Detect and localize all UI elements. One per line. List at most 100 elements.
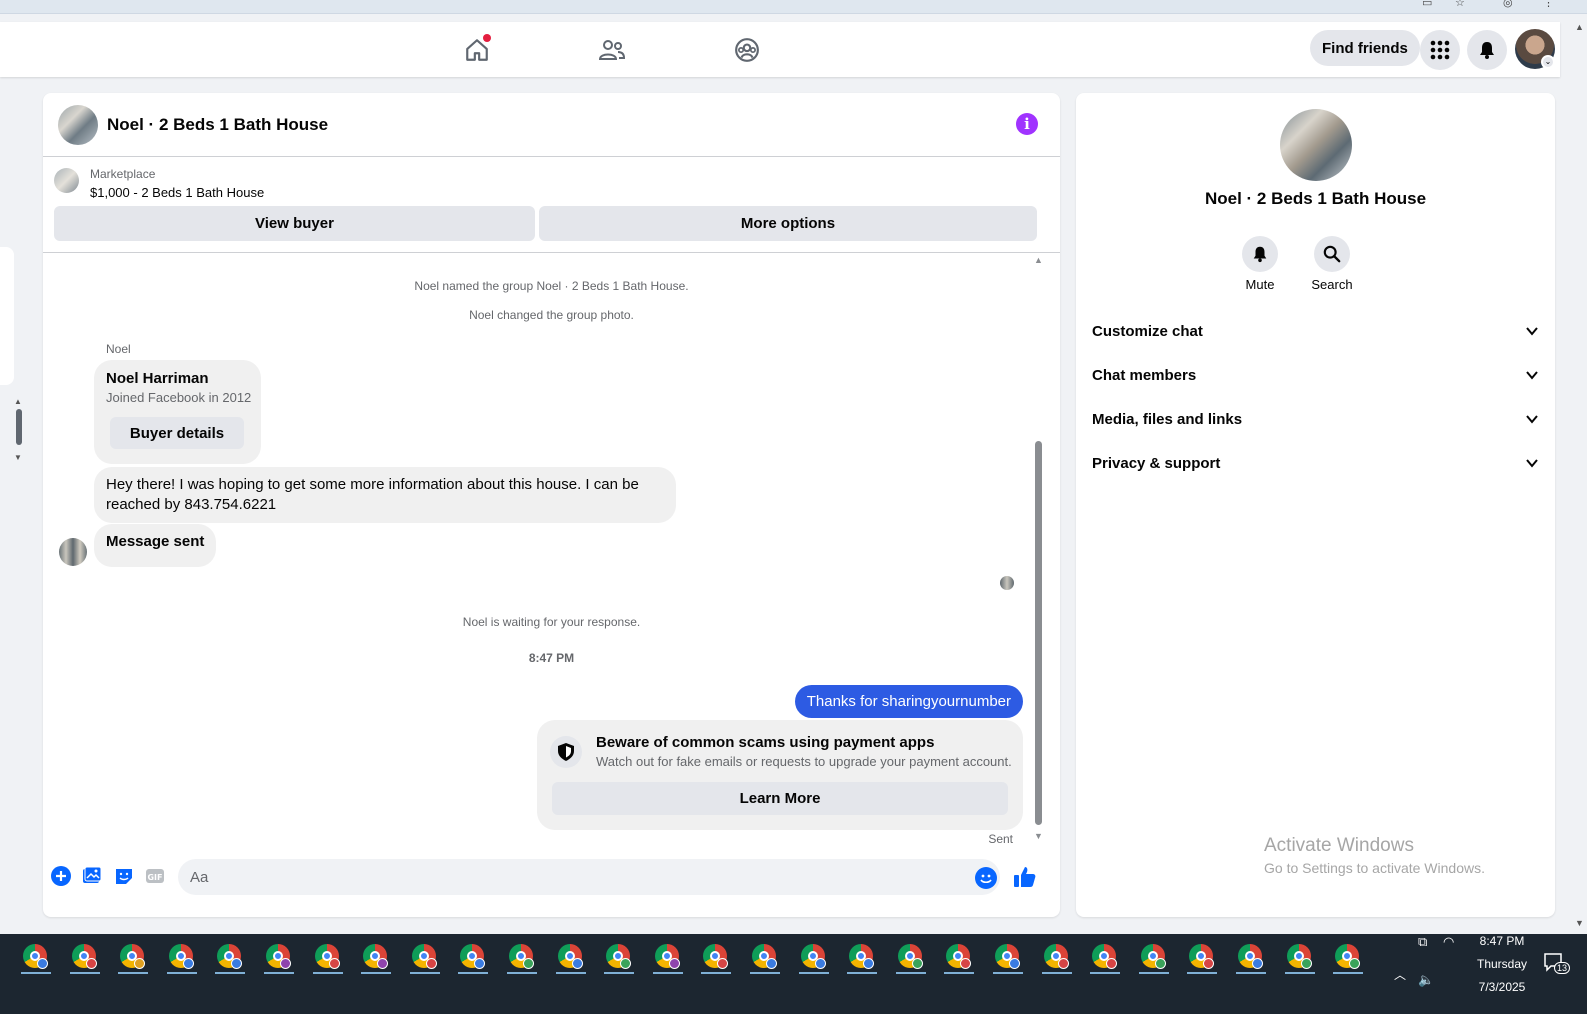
more-options-button[interactable]: More options	[539, 206, 1037, 241]
buyer-details-button[interactable]: Buyer details	[110, 417, 244, 449]
home-icon[interactable]	[457, 30, 497, 70]
group-photo[interactable]	[1280, 109, 1352, 181]
chat-header: Noel · 2 Beds 1 Bath House i	[43, 93, 1060, 157]
chrome-taskbar-icon[interactable]	[312, 944, 343, 974]
volume-icon[interactable]: 🔈	[1418, 972, 1434, 988]
scroll-up-icon[interactable]: ▲	[1575, 22, 1584, 32]
incoming-message[interactable]: Hey there! I was hoping to get some more…	[94, 467, 676, 523]
chat-title[interactable]: Noel · 2 Beds 1 Bath House	[107, 115, 328, 135]
photo-icon[interactable]	[81, 865, 103, 887]
chrome-taskbar-icon[interactable]	[507, 944, 537, 974]
plus-icon[interactable]	[50, 865, 72, 887]
running-indicator	[847, 972, 878, 974]
chat-members-section[interactable]: Chat members	[1092, 355, 1539, 395]
clock[interactable]: 8:47 PM Thursday 7/3/2025	[1470, 934, 1534, 994]
chrome-taskbar-icon[interactable]	[652, 944, 683, 974]
sender-name: Noel	[106, 342, 131, 356]
running-indicator	[798, 972, 829, 974]
chrome-taskbar-icon[interactable]	[361, 944, 392, 974]
bell-icon[interactable]	[1467, 30, 1507, 70]
running-indicator	[555, 972, 586, 974]
page-scrollbar[interactable]: ▲ ▼	[1572, 22, 1587, 932]
view-buyer-button[interactable]: View buyer	[54, 206, 535, 241]
scroll-up-icon[interactable]: ▲	[1034, 255, 1043, 265]
chrome-taskbar-icon[interactable]	[166, 944, 197, 974]
incoming-message[interactable]: Message sent	[94, 524, 217, 567]
scroll-thumb[interactable]	[1035, 441, 1042, 825]
friends-icon[interactable]	[592, 30, 632, 70]
sender-avatar[interactable]	[59, 538, 87, 566]
outgoing-message[interactable]: Thanks for sharingyournumber	[794, 685, 1023, 718]
mute-button[interactable]: Mute	[1230, 236, 1290, 292]
learn-more-button[interactable]: Learn More	[552, 782, 1008, 815]
chrome-taskbar-icon[interactable]	[993, 944, 1023, 974]
profile-icon[interactable]: ◎	[1503, 0, 1515, 9]
profile-badge-icon	[717, 958, 729, 969]
scroll-up-icon[interactable]: ▲	[14, 397, 22, 406]
media-files-links-section[interactable]: Media, files and links	[1092, 399, 1539, 439]
apps-grid-icon[interactable]	[1420, 30, 1460, 70]
scroll-down-icon[interactable]: ▼	[1575, 918, 1584, 928]
emoji-icon[interactable]	[975, 867, 997, 889]
message-input[interactable]	[178, 859, 1000, 895]
chrome-taskbar-icon[interactable]	[1284, 944, 1315, 974]
privacy-support-section[interactable]: Privacy & support	[1092, 443, 1539, 483]
profile-badge-icon	[1009, 958, 1020, 969]
chrome-taskbar-icon[interactable]	[1333, 944, 1364, 974]
profile-badge-icon	[425, 958, 437, 969]
scroll-down-icon[interactable]: ▼	[1034, 831, 1043, 841]
watermark-title: Activate Windows	[1264, 835, 1414, 856]
chrome-taskbar-icon[interactable]	[21, 944, 51, 974]
chrome-taskbar-icon[interactable]	[1187, 944, 1218, 974]
scroll-thumb[interactable]	[16, 409, 22, 445]
thumbs-up-icon[interactable]	[1013, 865, 1037, 889]
chrome-taskbar-icon[interactable]	[264, 944, 294, 974]
chrome-taskbar-icon[interactable]	[458, 944, 489, 974]
section-label: Media, files and links	[1092, 410, 1243, 428]
chrome-taskbar-icon[interactable]	[604, 944, 635, 974]
sticker-icon[interactable]	[113, 865, 135, 887]
profile-badge-icon	[911, 958, 923, 969]
search-button[interactable]: Search	[1302, 236, 1362, 292]
message-thread[interactable]: Noel named the group Noel · 2 Beds 1 Bat…	[43, 253, 1060, 849]
chevron-down-icon[interactable]: ⌄	[1541, 55, 1555, 69]
find-friends-button[interactable]: Find friends	[1310, 30, 1420, 66]
left-scrollbar[interactable]: ▲ ▼	[14, 397, 24, 465]
menu-dots-icon[interactable]: ⋮	[1543, 0, 1555, 9]
chrome-taskbar-icon[interactable]	[118, 944, 149, 974]
chrome-taskbar-icon[interactable]	[798, 944, 829, 974]
chrome-taskbar-icon[interactable]	[1090, 944, 1121, 974]
scroll-down-icon[interactable]: ▼	[14, 453, 22, 462]
chrome-taskbar-icon[interactable]	[1236, 944, 1266, 974]
search-icon[interactable]	[1314, 236, 1350, 272]
chrome-taskbar-icon[interactable]	[944, 944, 975, 974]
wifi-icon[interactable]: ◠	[1443, 934, 1454, 950]
chrome-taskbar-icon[interactable]	[1041, 944, 1072, 974]
marketplace-listing[interactable]: Marketplace $1,000 - 2 Beds 1 Bath House	[43, 157, 1060, 207]
chrome-taskbar-icon[interactable]	[895, 944, 926, 974]
customize-chat-section[interactable]: Customize chat	[1092, 311, 1539, 351]
groups-icon[interactable]	[727, 30, 767, 70]
thread-scrollbar[interactable]: ▲ ▼	[1032, 253, 1044, 849]
chrome-taskbar-icon[interactable]	[750, 944, 780, 974]
info-icon[interactable]: i	[1016, 113, 1038, 135]
bell-icon[interactable]	[1242, 236, 1278, 272]
chrome-taskbar-icon[interactable]	[215, 944, 246, 974]
chrome-taskbar-icon[interactable]	[69, 944, 100, 974]
profile-badge-icon	[328, 958, 340, 969]
gif-icon[interactable]: GIF	[144, 865, 166, 887]
cast-icon[interactable]: ▭	[1422, 0, 1434, 9]
scam-description: Watch out for fake emails or requests to…	[596, 754, 1012, 769]
chrome-taskbar-icon[interactable]	[409, 944, 440, 974]
meet-now-icon[interactable]: ⧉	[1418, 934, 1427, 950]
chrome-taskbar-icon[interactable]	[555, 944, 586, 974]
star-icon[interactable]: ☆	[1455, 0, 1467, 9]
svg-text:GIF: GIF	[147, 873, 162, 882]
chrome-taskbar-icon[interactable]	[847, 944, 878, 974]
running-indicator	[166, 972, 197, 974]
chrome-taskbar-icon[interactable]	[701, 944, 732, 974]
chrome-taskbar-icon[interactable]	[1138, 944, 1169, 974]
notification-center-icon[interactable]: 13	[1543, 952, 1571, 975]
group-avatar[interactable]	[58, 105, 98, 145]
chevron-up-icon[interactable]: ︿	[1394, 966, 1406, 983]
